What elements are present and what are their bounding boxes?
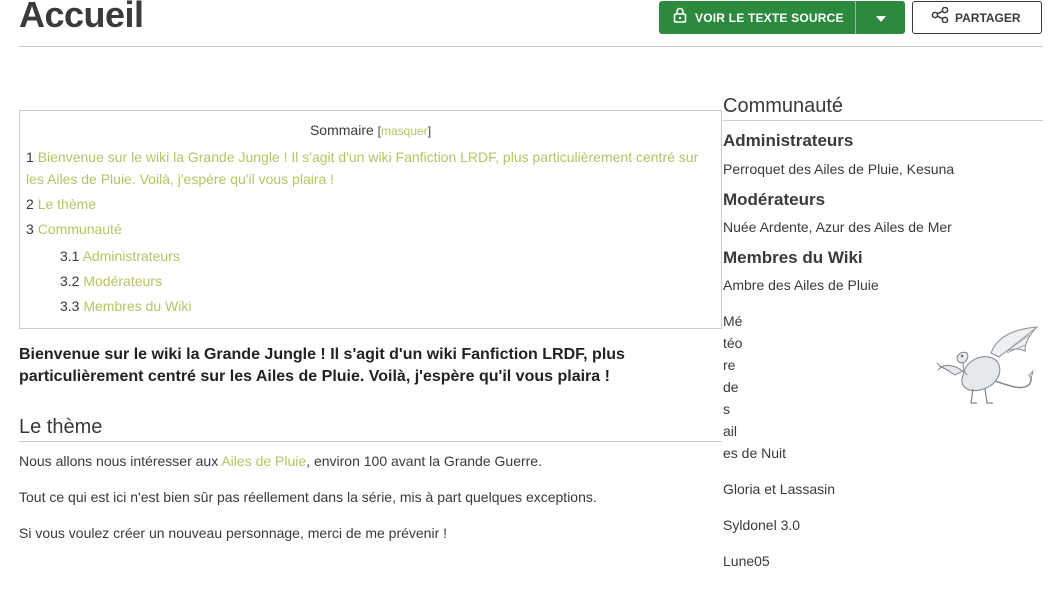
member-text-fragment: es de Nuit xyxy=(723,445,787,461)
share-icon xyxy=(931,6,949,28)
toc-subitem[interactable]: 3.3 Membres du Wiki xyxy=(60,295,192,317)
toc-item-link[interactable]: Membres du Wiki xyxy=(83,298,191,314)
toc-subitem[interactable]: 3.2 Modérateurs xyxy=(60,270,162,292)
theme-paragraph-2: Tout ce qui est ici n'est bien sûr pas r… xyxy=(19,489,597,505)
member-item: Syldonel 3.0 xyxy=(723,517,801,533)
member-text-fragment: s xyxy=(723,401,730,417)
member-text-fragment: Mé xyxy=(723,313,743,329)
theme-paragraph-3: Si vous voulez créer un nouveau personna… xyxy=(19,525,448,541)
toc-item-number: 3 xyxy=(26,221,34,237)
view-source-label: VOIR LE TEXTE SOURCE xyxy=(695,10,844,25)
toc-bracket-close: ] xyxy=(427,124,432,138)
mods-list: Nuée Ardente, Azur des Ailes de Mer xyxy=(723,219,952,235)
toc-item-number: 3.1 xyxy=(60,248,80,264)
toc-item-number: 2 xyxy=(26,196,34,212)
member-text-fragment: téo xyxy=(723,335,743,351)
member-text-fragment: ail xyxy=(723,423,738,439)
member-item: Gloria et Lassasin xyxy=(723,481,836,497)
members-heading: Membres du Wiki xyxy=(723,248,863,267)
toc-title: Sommaire xyxy=(309,122,374,138)
toc-item-number: 1 xyxy=(26,149,34,165)
member-item: Ambre des Ailes de Pluie xyxy=(723,277,879,293)
member-text-fragment: de xyxy=(723,379,739,395)
intro-heading: Bienvenue sur le wiki la Grande Jungle !… xyxy=(19,346,625,385)
caret-down-icon xyxy=(875,9,886,27)
toc-item-number: 3.2 xyxy=(60,273,80,289)
admins-list: Perroquet des Ailes de Pluie, Kesuna xyxy=(723,161,955,177)
paragraph-text: Nous allons nous intéresser aux xyxy=(19,453,222,469)
toc-header: Sommaire [masquer] xyxy=(20,122,721,138)
toc-subitem[interactable]: 3.1 Administrateurs xyxy=(60,245,180,267)
paragraph-text: , environ 100 avant la Grande Guerre. xyxy=(306,453,542,469)
member-item: Lune05 xyxy=(723,553,770,569)
table-of-contents: Sommaire [masquer] 1 Bienvenue sur le wi… xyxy=(19,110,722,329)
view-source-button[interactable]: VOIR LE TEXTE SOURCE xyxy=(659,1,856,34)
toc-item[interactable]: 1 Bienvenue sur le wiki la Grande Jungle… xyxy=(26,146,716,190)
toc-item[interactable]: 3 Communauté xyxy=(26,218,122,240)
mods-heading: Modérateurs xyxy=(723,190,826,209)
member-item-wrapped: Mé téo re de s ail es de Nuit xyxy=(723,310,793,464)
toc-item-number: 3.3 xyxy=(60,298,80,314)
theme-paragraph-1: Nous allons nous intéresser aux Ailes de… xyxy=(19,453,542,469)
share-button[interactable]: PARTAGER xyxy=(912,1,1042,34)
share-label: PARTAGER xyxy=(955,10,1021,25)
toc-item[interactable]: 2 Le thème xyxy=(26,193,96,215)
dragon-image xyxy=(933,323,1043,414)
community-heading: Communauté xyxy=(723,95,1043,121)
member-text-fragment: re xyxy=(723,357,736,373)
toc-item-link[interactable]: Modérateurs xyxy=(83,273,162,289)
page-title: Accueil xyxy=(19,0,144,35)
title-divider xyxy=(19,46,1043,47)
view-source-dropdown[interactable] xyxy=(856,1,905,34)
toc-item-link[interactable]: Administrateurs xyxy=(83,248,180,264)
lock-icon xyxy=(673,7,687,28)
toc-item-link[interactable]: Bienvenue sur le wiki la Grande Jungle !… xyxy=(26,149,698,187)
view-source-button-group[interactable]: VOIR LE TEXTE SOURCE xyxy=(659,1,905,34)
ailes-de-pluie-link[interactable]: Ailes de Pluie xyxy=(221,453,306,469)
toc-item-link[interactable]: Le thème xyxy=(38,196,96,212)
admins-heading: Administrateurs xyxy=(723,131,854,150)
theme-heading: Le thème xyxy=(19,416,722,442)
toc-item-link[interactable]: Communauté xyxy=(38,221,122,237)
toc-hide-link[interactable]: masquer xyxy=(381,124,428,138)
